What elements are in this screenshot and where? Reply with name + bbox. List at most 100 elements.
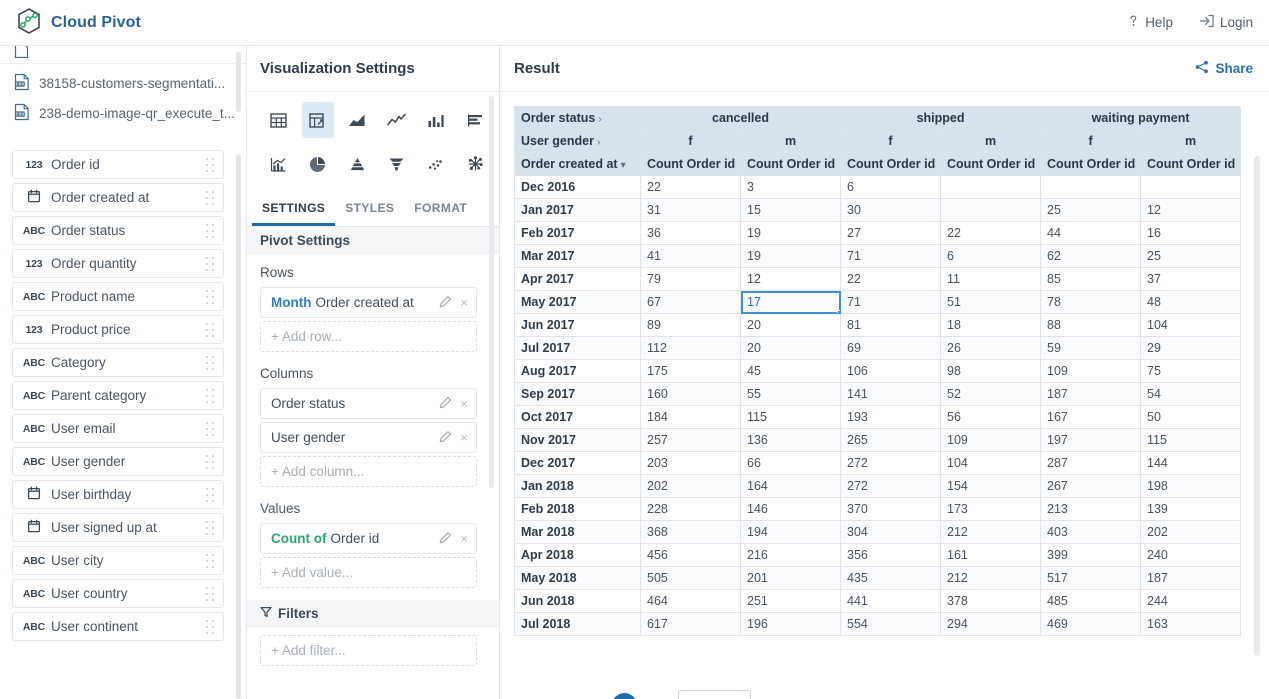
pie-chart-icon[interactable] (302, 146, 333, 182)
row-label[interactable]: Mar 2017 (515, 245, 641, 268)
field-item-user-email[interactable]: ABCUser email (12, 414, 224, 443)
edit-pencil-icon[interactable] (439, 430, 452, 446)
result-scrollbar[interactable] (1254, 156, 1260, 656)
data-cell[interactable]: 6 (841, 176, 941, 199)
data-cell[interactable]: 201 (741, 567, 841, 590)
data-cell[interactable]: 469 (1041, 613, 1141, 636)
data-cell[interactable]: 146 (741, 498, 841, 521)
col-measure-0[interactable]: Count Order id (641, 153, 741, 176)
add-value-button[interactable]: + Add value... (260, 557, 477, 588)
field-item-product-price[interactable]: 123Product price (12, 315, 224, 344)
row-label[interactable]: Feb 2018 (515, 498, 641, 521)
values-field-chip[interactable]: Count of Order id × (260, 523, 477, 554)
data-cell[interactable]: 71 (841, 291, 941, 314)
drag-handle-icon[interactable] (204, 585, 216, 603)
data-cell[interactable]: 161 (941, 544, 1041, 567)
data-cell[interactable]: 378 (941, 590, 1041, 613)
row-label[interactable]: Jul 2017 (515, 337, 641, 360)
drag-handle-icon[interactable] (204, 387, 216, 405)
row-label[interactable]: Jan 2017 (515, 199, 641, 222)
data-cell[interactable]: 139 (1141, 498, 1241, 521)
data-cell[interactable]: 12 (1141, 199, 1241, 222)
drag-handle-icon[interactable] (204, 486, 216, 504)
corner-order-status[interactable]: Order status› (515, 107, 641, 130)
field-item-product-name[interactable]: ABCProduct name (12, 282, 224, 311)
col-gender-0[interactable]: f (641, 130, 741, 153)
data-cell[interactable]: 56 (941, 406, 1041, 429)
row-label[interactable]: Apr 2018 (515, 544, 641, 567)
column-chart-icon[interactable] (420, 102, 451, 138)
area-chart-icon[interactable] (342, 102, 373, 138)
funnel-chart-icon[interactable] (381, 146, 412, 182)
drag-handle-icon[interactable] (204, 519, 216, 537)
data-cell[interactable]: 456 (641, 544, 741, 567)
drag-handle-icon[interactable] (204, 189, 216, 207)
tab-settings[interactable]: SETTINGS (252, 192, 335, 226)
col-measure-3[interactable]: Count Order id (941, 153, 1041, 176)
data-cell[interactable]: 485 (1041, 590, 1141, 613)
row-label[interactable]: May 2018 (515, 567, 641, 590)
col-group-cancelled[interactable]: cancelled (641, 107, 841, 130)
field-item-category[interactable]: ABCCategory (12, 348, 224, 377)
data-cell[interactable]: 22 (641, 176, 741, 199)
share-button[interactable]: Share (1195, 60, 1253, 77)
add-column-button[interactable]: + Add column... (260, 456, 477, 487)
page-size-select[interactable]: 50 (678, 690, 751, 699)
data-cell[interactable]: 25 (1041, 199, 1141, 222)
data-cell[interactable]: 15 (741, 199, 841, 222)
pyramid-chart-icon[interactable] (342, 146, 373, 182)
data-cell[interactable]: 109 (941, 429, 1041, 452)
row-label[interactable]: Aug 2017 (515, 360, 641, 383)
data-cell[interactable] (941, 176, 1041, 199)
data-cell[interactable]: 441 (841, 590, 941, 613)
data-cell[interactable]: 435 (841, 567, 941, 590)
data-cell[interactable]: 198 (1141, 475, 1241, 498)
login-button[interactable]: Login (1199, 14, 1253, 31)
data-cell[interactable]: 88 (1041, 314, 1141, 337)
data-cell[interactable]: 11 (941, 268, 1041, 291)
data-cell[interactable]: 98 (941, 360, 1041, 383)
data-cell[interactable]: 78 (1041, 291, 1141, 314)
row-label[interactable]: Feb 2017 (515, 222, 641, 245)
data-cell[interactable]: 272 (841, 452, 941, 475)
list-item-datasource-0[interactable]: CSV 38158-customers-segmentati... (0, 68, 246, 98)
data-cell[interactable]: 27 (841, 222, 941, 245)
data-cell[interactable]: 287 (1041, 452, 1141, 475)
data-cell[interactable]: 240 (1141, 544, 1241, 567)
corner-order-created-at[interactable]: Order created at▾ (515, 153, 641, 176)
data-cell[interactable]: 194 (741, 521, 841, 544)
data-cell[interactable]: 45 (741, 360, 841, 383)
field-item-order-status[interactable]: ABCOrder status (12, 216, 224, 245)
data-cell[interactable]: 59 (1041, 337, 1141, 360)
data-cell[interactable]: 167 (1041, 406, 1141, 429)
page-number-1[interactable]: 1 (612, 693, 637, 699)
drag-handle-icon[interactable] (204, 420, 216, 438)
data-cell[interactable]: 196 (741, 613, 841, 636)
field-item-order-quantity[interactable]: 123Order quantity (12, 249, 224, 278)
drag-handle-icon[interactable] (204, 321, 216, 339)
data-cell[interactable]: 136 (741, 429, 841, 452)
data-cell[interactable]: 44 (1041, 222, 1141, 245)
data-cell[interactable]: 25 (1141, 245, 1241, 268)
data-cell[interactable]: 75 (1141, 360, 1241, 383)
data-cell[interactable]: 505 (641, 567, 741, 590)
tab-format[interactable]: FORMAT (404, 192, 477, 226)
bar-chart-icon[interactable] (460, 102, 491, 138)
data-cell[interactable]: 216 (741, 544, 841, 567)
data-cell[interactable]: 175 (641, 360, 741, 383)
data-cell[interactable]: 554 (841, 613, 941, 636)
data-cell[interactable]: 163 (1141, 613, 1241, 636)
data-cell[interactable]: 197 (1041, 429, 1141, 452)
data-cell[interactable]: 19 (741, 222, 841, 245)
row-label[interactable]: Oct 2017 (515, 406, 641, 429)
data-cell[interactable]: 12 (741, 268, 841, 291)
row-label[interactable]: Jun 2018 (515, 590, 641, 613)
row-label[interactable]: Apr 2017 (515, 268, 641, 291)
row-label[interactable]: May 2017 (515, 291, 641, 314)
drag-handle-icon[interactable] (204, 354, 216, 372)
data-cell[interactable]: 48 (1141, 291, 1241, 314)
col-measure-2[interactable]: Count Order id (841, 153, 941, 176)
data-cell[interactable]: 19 (741, 245, 841, 268)
data-cell[interactable] (941, 199, 1041, 222)
data-cell[interactable]: 112 (641, 337, 741, 360)
